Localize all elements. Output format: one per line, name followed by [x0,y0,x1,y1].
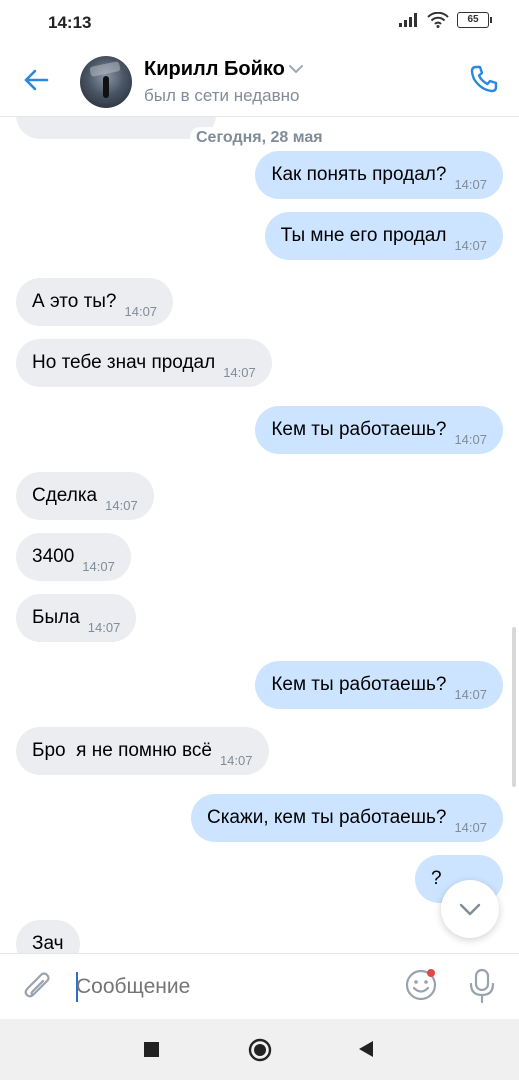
scroll-down-button[interactable] [441,880,499,938]
message-bubble[interactable]: Ты мне его продал 14:07 [264,212,503,260]
message-bubble[interactable]: А это ты? 14:07 [16,278,174,326]
message-text: 3400 [32,546,75,567]
recents-button[interactable] [144,1042,159,1057]
wifi-icon [427,12,449,28]
message-text: Кем ты работаешь? [271,419,447,440]
message-text: Ты мне его продал [280,225,447,246]
message-time: 14:07 [87,620,121,635]
message-bubble[interactable]: Кем ты работаешь? 14:07 [255,661,503,709]
phone-icon[interactable] [469,64,499,94]
notification-dot [427,969,435,977]
message-text: Зач [32,933,64,953]
message-time: 14:07 [454,820,487,835]
scrollbar[interactable] [512,627,516,787]
chevron-down-icon[interactable] [288,64,304,74]
message-text: Была [32,607,80,628]
paperclip-icon[interactable] [22,970,54,1004]
message-bubble[interactable]: Кем ты работаешь? 14:07 [255,406,503,454]
message-text: Но тебе знач продал [32,352,216,373]
message-time: 14:07 [454,432,487,447]
chat-header: Кирилл Бойко был в сети недавно [0,46,519,117]
message-time: 14:07 [82,559,115,574]
message-time: 14:07 [105,498,138,513]
message-text: Скажи, кем ты работаешь? [206,807,447,828]
message-text: А это ты? [32,291,117,312]
status-icons: 65 [399,12,492,28]
message-text: Бро я не помню всё [32,740,212,761]
message-bubble[interactable]: Бро я не помню всё 14:07 [16,727,269,775]
arrow-left-icon[interactable] [22,66,50,94]
message-bubble[interactable]: Скажи, кем ты работаешь? 14:07 [190,794,503,842]
chevron-down-icon [459,903,481,916]
message-text: Кем ты работаешь? [271,674,447,695]
message-time: 14:07 [124,304,158,319]
message-time: 14:07 [219,753,253,768]
message-list[interactable]: Сегодня, 28 мая Как понять продал? 14:07 … [0,117,519,953]
contact-name[interactable]: Кирилл Бойко [144,58,285,81]
date-separator: Сегодня, 28 мая [190,127,329,149]
status-bar: 14:13 65 [0,0,519,46]
message-text: Как понять продал? [271,164,447,185]
message-bubble[interactable]: Была 14:07 [16,594,137,642]
message-bubble[interactable]: Зач [16,920,80,953]
microphone-icon[interactable] [468,968,496,1004]
avatar[interactable] [80,56,132,108]
message-bubble[interactable]: Сделка 14:07 [16,472,154,520]
message-bubble[interactable]: 3400 14:07 [16,533,131,581]
back-button[interactable] [356,1039,376,1059]
battery-icon: 65 [457,12,492,28]
message-bubble[interactable]: Но тебе знач продал 14:07 [16,339,272,387]
home-button[interactable] [247,1037,273,1063]
system-nav-bar [0,1019,519,1080]
message-bubble[interactable]: Как понять продал? 14:07 [255,151,503,199]
message-composer [0,953,519,1020]
message-time: 14:07 [223,365,256,380]
signal-icon [399,13,417,27]
message-input[interactable] [76,970,376,1004]
status-time: 14:13 [48,13,92,32]
message-bubble-partial[interactable] [16,117,216,139]
message-time: 14:07 [454,687,487,702]
message-time: 14:07 [454,238,487,253]
message-text: ? [431,868,442,889]
message-text: Сделка [32,485,98,506]
contact-status: был в сети недавно [144,86,300,105]
message-time: 14:07 [454,177,487,192]
